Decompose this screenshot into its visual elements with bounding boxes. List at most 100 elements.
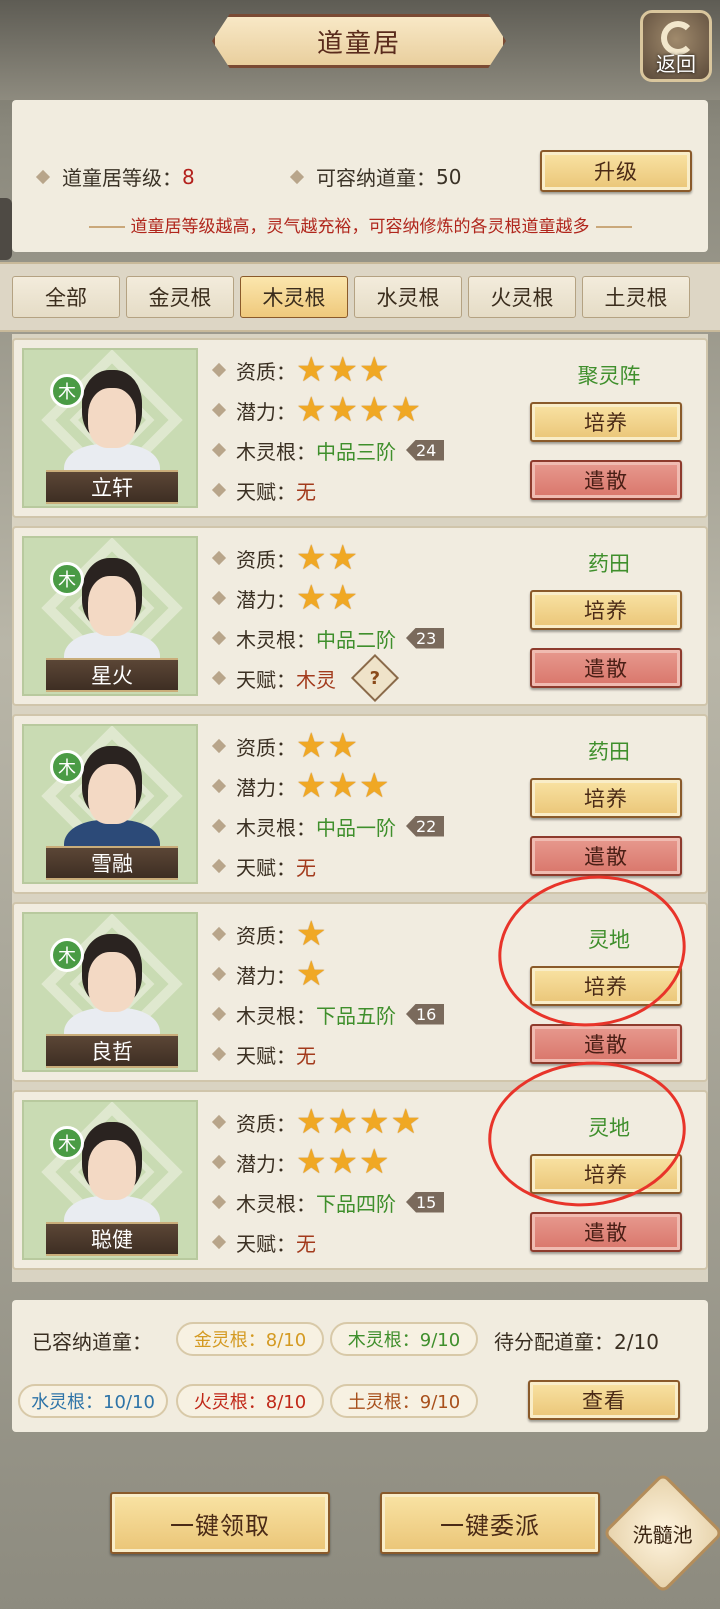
disciple-card: 木 雪融 资质： ★★ 潜力： ★★★ 木灵根： 中品一阶 22 天赋： 无 药…	[12, 714, 708, 894]
disciple-portrait[interactable]: 木 聪健	[22, 1100, 198, 1260]
talent-label: 天赋：	[236, 1231, 296, 1256]
capacity-label: 可容纳道童：	[316, 166, 436, 190]
view-button[interactable]: 查看	[528, 1380, 680, 1420]
train-button[interactable]: 培养	[530, 590, 682, 630]
tab-fire[interactable]: 火灵根	[468, 276, 576, 318]
dismiss-button[interactable]: 遣散	[530, 648, 682, 688]
diamond-bullet-icon	[211, 362, 227, 378]
star-icon: ★	[296, 350, 327, 390]
aptitude-label: 资质：	[236, 923, 296, 948]
root-label: 木灵根：	[236, 439, 316, 464]
star-icon: ★	[327, 578, 358, 618]
wood-element-badge: 木	[50, 374, 84, 408]
root-grade: 下品五阶	[316, 1003, 396, 1028]
potential-stars: ★	[296, 957, 327, 991]
aptitude-stars: ★★★★	[296, 1105, 422, 1139]
talent-label: 天赋：	[236, 855, 296, 880]
portrait-head	[88, 388, 136, 448]
pending-label: 待分配道童：	[494, 1330, 614, 1354]
talent-label: 天赋：	[236, 667, 296, 692]
potential-stars: ★★★	[296, 1145, 390, 1179]
talent-value: 木灵	[296, 667, 336, 692]
claim-all-button[interactable]: 一键领取	[110, 1492, 330, 1554]
marrow-pool-button[interactable]: 洗髓池	[602, 1472, 720, 1594]
star-icon: ★	[327, 766, 358, 806]
root-level-tag: 24	[406, 439, 445, 461]
disciple-name: 立轩	[46, 470, 178, 504]
wood-element-badge: 木	[50, 562, 84, 596]
disciple-portrait[interactable]: 木 良哲	[22, 912, 198, 1072]
tab-wood[interactable]: 木灵根	[240, 276, 348, 318]
aptitude-stars: ★★	[296, 729, 359, 763]
dismiss-button[interactable]: 遣散	[530, 1212, 682, 1252]
hint-text: 道童居等级越高，灵气越充裕，可容纳修炼的各灵根道童越多	[12, 212, 708, 237]
talent-help-icon[interactable]: ?	[350, 653, 400, 703]
talent-label: 天赋：	[236, 1043, 296, 1068]
diamond-bullet-icon	[211, 1006, 227, 1022]
train-button[interactable]: 培养	[530, 402, 682, 442]
potential-label: 潜力：	[236, 775, 296, 800]
tab-water[interactable]: 水灵根	[354, 276, 462, 318]
disciple-portrait[interactable]: 木 立轩	[22, 348, 198, 508]
level-value: 8	[182, 164, 195, 189]
dismiss-button[interactable]: 遣散	[530, 1024, 682, 1064]
star-icon: ★	[296, 766, 327, 806]
star-icon: ★	[358, 390, 390, 430]
star-icon: ★	[296, 538, 327, 578]
fire-root-count: 火灵根：8/10	[176, 1384, 324, 1418]
talent-row: 天赋： 无	[211, 474, 316, 506]
star-icon: ★	[358, 766, 390, 806]
star-icon: ★	[296, 578, 327, 618]
star-icon: ★	[296, 390, 327, 430]
dispatch-all-button[interactable]: 一键委派	[380, 1492, 600, 1554]
disciple-portrait[interactable]: 木 星火	[22, 536, 198, 696]
upgrade-button[interactable]: 升级	[540, 150, 692, 192]
held-label: 已容纳道童：	[32, 1330, 152, 1354]
tab-earth[interactable]: 土灵根	[582, 276, 690, 318]
tab-gold[interactable]: 金灵根	[126, 276, 234, 318]
diamond-bullet-icon	[211, 402, 227, 418]
aptitude-row: 资质： ★★★★	[211, 1105, 422, 1139]
talent-value: 无	[296, 1231, 316, 1256]
potential-row: 潜力： ★	[211, 957, 327, 991]
disciple-name: 雪融	[46, 846, 178, 880]
diamond-bullet-icon	[211, 926, 227, 942]
diamond-bullet-icon	[211, 442, 227, 458]
disciple-card: 木 星火 资质： ★★ 潜力： ★★ 木灵根： 中品二阶 23 天赋： 木灵 ?…	[12, 526, 708, 706]
back-button[interactable]: 返回	[640, 10, 712, 82]
star-icon: ★	[358, 1102, 390, 1142]
potential-label: 潜力：	[236, 1151, 296, 1176]
disciple-name: 聪健	[46, 1222, 178, 1256]
back-label: 返回	[656, 52, 696, 76]
star-icon: ★	[358, 1142, 390, 1182]
dismiss-button[interactable]: 遣散	[530, 460, 682, 500]
aptitude-stars: ★	[296, 917, 327, 951]
wood-element-badge: 木	[50, 938, 84, 972]
water-root-count: 水灵根：10/10	[18, 1384, 168, 1418]
disciple-card: 木 立轩 资质： ★★★ 潜力： ★★★★ 木灵根： 中品三阶 24 天赋： 无…	[12, 338, 708, 518]
potential-row: 潜力： ★★	[211, 581, 359, 615]
disciple-card: 木 良哲 资质： ★ 潜力： ★ 木灵根： 下品五阶 16 天赋： 无 灵地 培…	[12, 863, 708, 1082]
disciple-portrait[interactable]: 木 雪融	[22, 724, 198, 884]
portrait-head	[88, 764, 136, 824]
root-row: 木灵根： 下品四阶 15	[211, 1186, 445, 1218]
portrait-head	[88, 952, 136, 1012]
tab-all[interactable]: 全部	[12, 276, 120, 318]
star-icon: ★	[296, 1102, 327, 1142]
root-level-tag: 16	[406, 1003, 445, 1025]
info-panel: 道童居等级： 8 可容纳道童： 50 升级 道童居等级越高，灵气越充裕，可容纳修…	[12, 100, 708, 252]
aptitude-row: 资质： ★★★	[211, 353, 390, 387]
disciple-list[interactable]: 木 立轩 资质： ★★★ 潜力： ★★★★ 木灵根： 中品三阶 24 天赋： 无…	[12, 334, 708, 1282]
hint-label: 道童居等级越高，灵气越充裕，可容纳修炼的各灵根道童越多	[130, 217, 590, 237]
aptitude-row: 资质： ★★	[211, 541, 359, 575]
star-icon: ★	[327, 390, 358, 430]
root-grade: 中品二阶	[316, 627, 396, 652]
potential-label: 潜力：	[236, 587, 296, 612]
root-label: 木灵根：	[236, 815, 316, 840]
level-label: 道童居等级：	[62, 166, 182, 190]
train-button[interactable]: 培养	[530, 778, 682, 818]
side-pull-tab[interactable]	[0, 198, 12, 260]
root-row: 木灵根： 中品二阶 23	[211, 622, 445, 654]
dismiss-button[interactable]: 遣散	[530, 836, 682, 876]
talent-value: 无	[296, 855, 316, 880]
